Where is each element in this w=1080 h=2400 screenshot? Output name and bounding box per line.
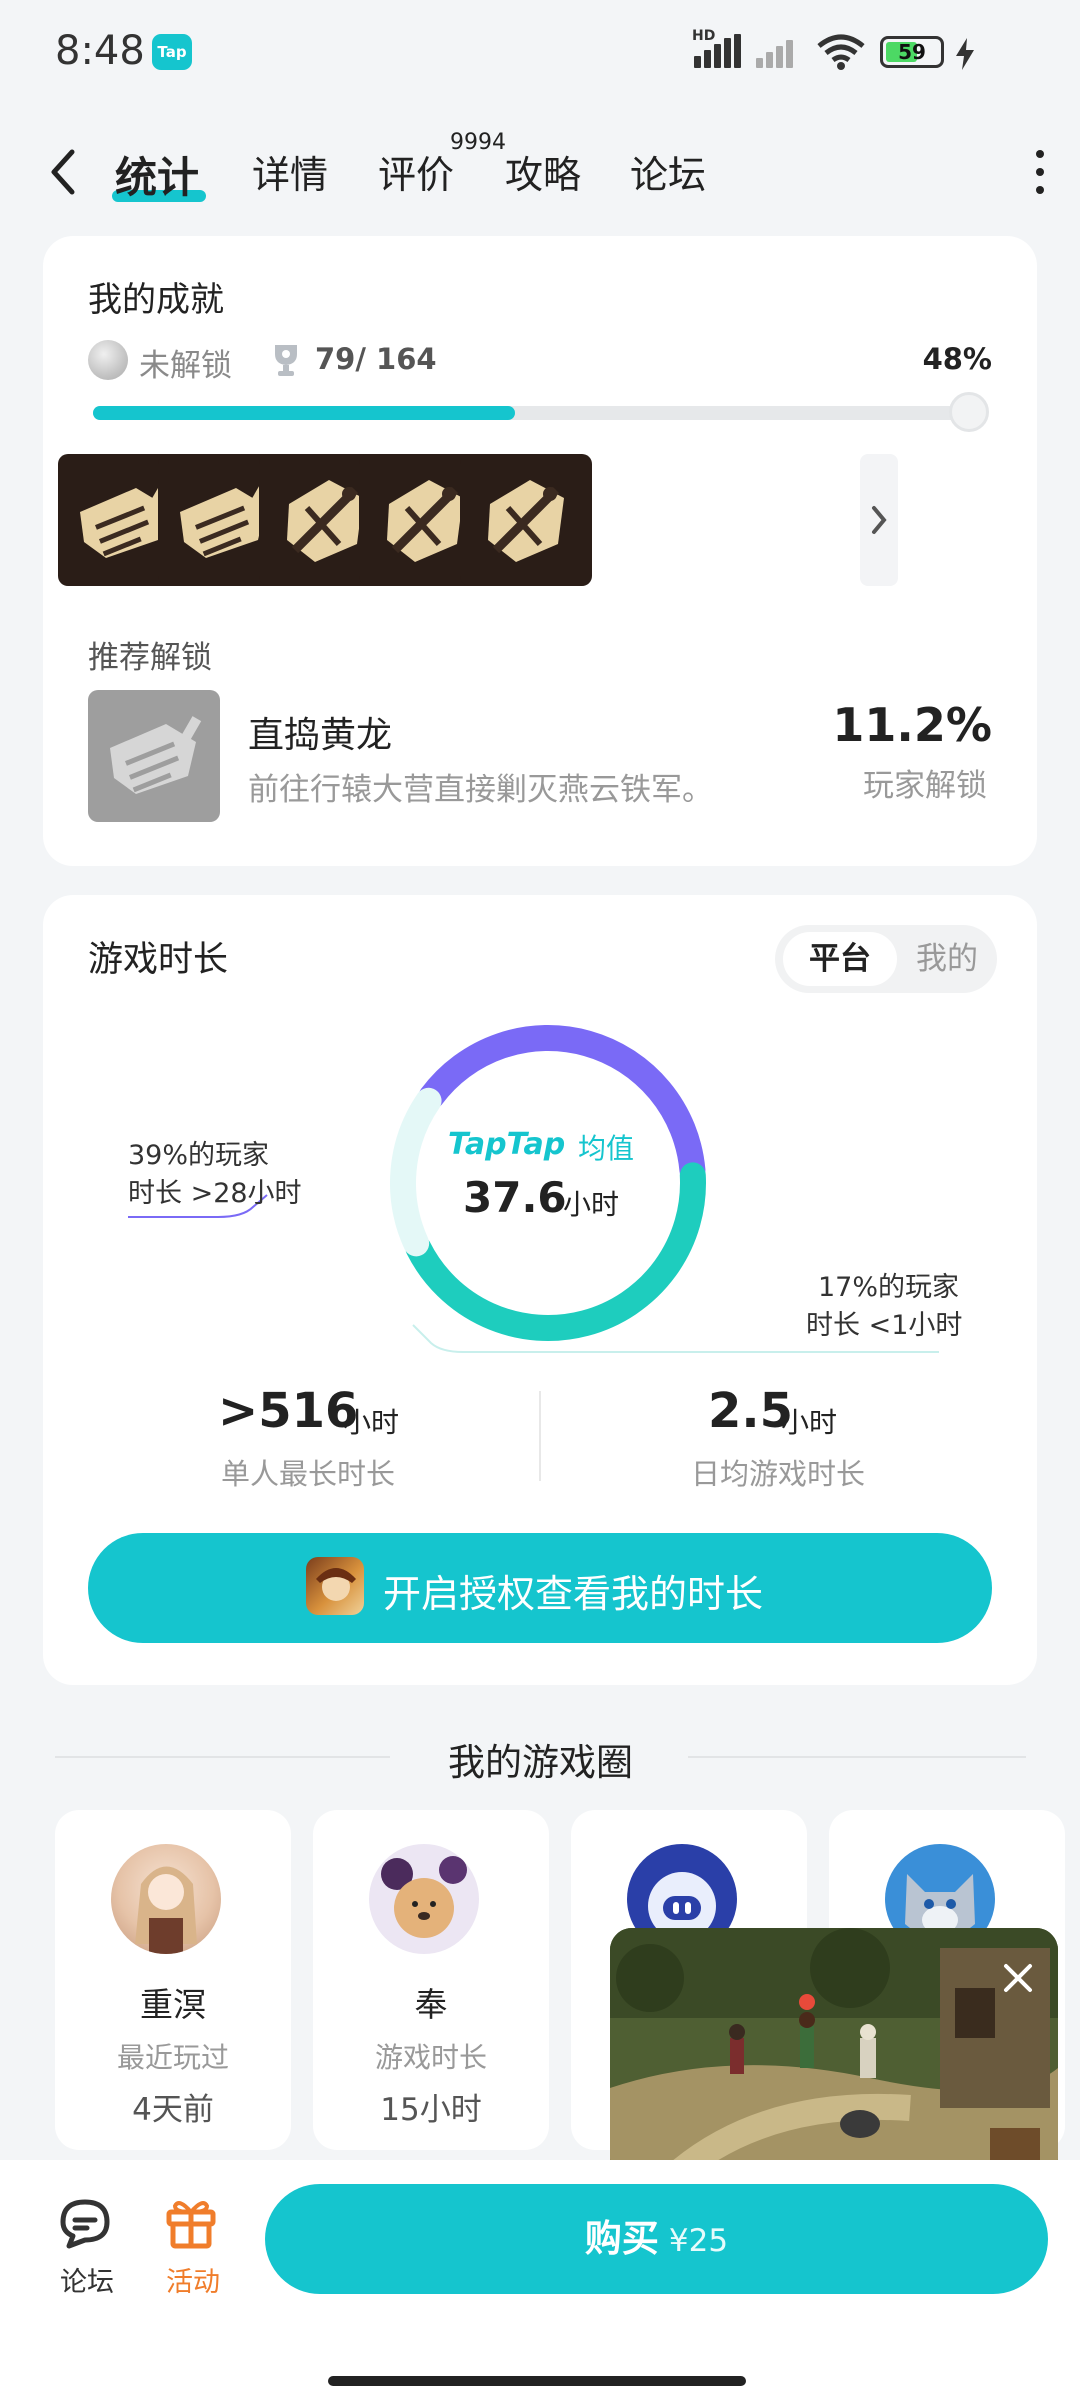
scroll-gray-icon (110, 716, 202, 794)
daily-playtime-unit: 小时 (781, 1406, 838, 1439)
signal-2-icon (754, 32, 804, 72)
achievement-progress-fill (93, 406, 516, 420)
home-indicator[interactable] (328, 2376, 746, 2386)
achievement-count: 79/ 164 (315, 342, 437, 376)
friend-name: 奉 (414, 1985, 448, 2024)
divider-line (688, 1756, 1026, 1758)
friend-meta: 最近玩过 (116, 2041, 229, 2074)
tab-forum[interactable]: 论坛 (630, 144, 706, 199)
event-label[interactable]: 活动 (166, 2260, 220, 2299)
gift-icon[interactable] (165, 2194, 217, 2250)
signal-icon (692, 32, 742, 72)
chevron-right-icon (872, 506, 887, 534)
max-playtime-value: >516 (218, 1383, 359, 1439)
right-note-hours: 时长 <1小时 (806, 1310, 963, 1341)
top-nav: 统计 详情 评价 9994 攻略 论坛 (0, 120, 1080, 220)
bottom-action-bar: 论坛 活动 购买 ¥25 (0, 2160, 1080, 2400)
game-avatar-icon (306, 1557, 364, 1615)
achievement-percent: 48% (922, 342, 992, 376)
average-hours: 37.6 (463, 1173, 567, 1222)
more-badges-button[interactable] (860, 454, 898, 586)
sword-badge-icon (488, 480, 564, 562)
recommended-achievement-icon[interactable] (88, 690, 220, 822)
tab-guides[interactable]: 攻略 (505, 144, 581, 199)
average-unit: 小时 (563, 1188, 620, 1221)
buy-price: ¥25 (668, 2223, 729, 2259)
left-note-share: 39%的玩家 (128, 1140, 270, 1171)
achievements-card[interactable]: 我的成就 未解锁 79/ 164 48% 推荐解锁 直捣黄龙 前往行辕大营直接剿… (43, 236, 1037, 866)
authorize-label: 开启授权查看我的时长 (383, 1572, 764, 1616)
progress-end-marker (949, 392, 989, 432)
left-note-hours: 时长 >28小时 (128, 1178, 302, 1209)
taptap-brand: TapTap (448, 1127, 566, 1162)
authorize-playtime-button[interactable]: 开启授权查看我的时长 (88, 1533, 992, 1643)
recommended-achievement-desc: 前往行辕大营直接剿灭燕云铁军。 (248, 772, 713, 808)
unlock-rate: 11.2% (832, 698, 992, 752)
avatar (369, 1844, 479, 1954)
friend-name: 重溟 (140, 1985, 206, 2024)
tab-stats[interactable]: 统计 (115, 144, 199, 205)
achievement-badge[interactable] (460, 454, 592, 586)
daily-playtime-label: 日均游戏时长 (691, 1457, 866, 1491)
game-scene-image (610, 1928, 1058, 2180)
buy-label: 购买 (584, 2217, 659, 2260)
average-label: 均值 (578, 1132, 635, 1165)
video-preview-popup[interactable] (610, 1928, 1058, 2180)
status-time: 8:48 (55, 28, 145, 74)
donut-segment-2 (390, 1087, 442, 1257)
right-note-share: 17%的玩家 (818, 1272, 960, 1303)
review-count: 9994 (450, 130, 506, 155)
forum-label[interactable]: 论坛 (60, 2260, 114, 2299)
trophy-icon (275, 345, 297, 376)
playtime-card: 游戏时长 平台 我的 TapTap 均值 37.6 小时 39%的玩家 时长 >… (43, 895, 1037, 1685)
friend-meta: 游戏时长 (374, 2041, 487, 2074)
unlock-rate-label: 玩家解锁 (863, 768, 987, 804)
close-icon[interactable] (1000, 1960, 1036, 1996)
avatar (111, 1844, 221, 1954)
tab-details[interactable]: 详情 (252, 144, 328, 199)
wifi-icon (817, 34, 865, 70)
game-circle-title: 我的游戏圈 (448, 1741, 633, 1784)
tab-reviews[interactable]: 评价 (378, 144, 454, 199)
battery-icon: 59 (880, 36, 944, 68)
friend-value: 4天前 (132, 2092, 214, 2128)
forum-icon[interactable] (55, 2196, 115, 2252)
buy-button[interactable]: 购买 ¥25 (265, 2184, 1048, 2294)
locked-achievement-icon (88, 340, 128, 380)
divider-line (55, 1756, 390, 1758)
friend-card[interactable]: 重溟 最近玩过 4天前 (55, 1810, 291, 2150)
charging-icon (956, 38, 974, 70)
status-icons: HD 59 (692, 28, 1052, 72)
achievements-title: 我的成就 (88, 280, 224, 320)
recommended-achievement-name: 直捣黄龙 (248, 715, 393, 756)
stat-divider (539, 1391, 541, 1481)
status-bar: 8:48 Tap HD 59 (0, 0, 1080, 100)
back-arrow-icon[interactable] (40, 142, 90, 202)
locked-label: 未解锁 (139, 348, 232, 384)
friend-card[interactable]: 奉 游戏时长 15小时 (313, 1810, 549, 2150)
taptap-notification-icon: Tap (152, 34, 192, 70)
max-playtime-unit: 小时 (343, 1406, 400, 1439)
achievement-progress-bar (93, 406, 973, 420)
more-options-icon[interactable] (1028, 150, 1052, 194)
recommend-label: 推荐解锁 (88, 640, 212, 676)
friend-value: 15小时 (380, 2092, 482, 2128)
max-playtime-label: 单人最长时长 (221, 1457, 396, 1491)
